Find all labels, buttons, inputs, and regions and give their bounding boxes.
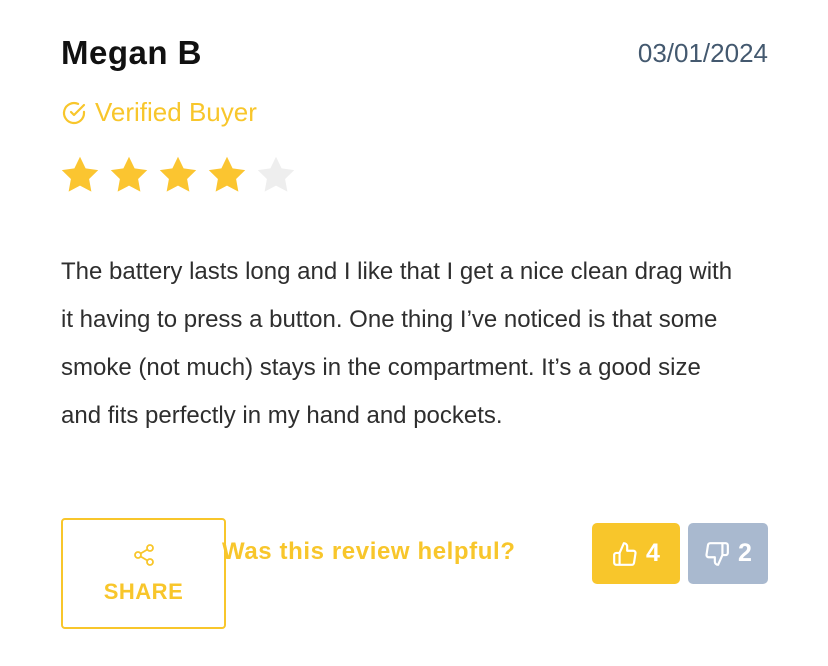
thumbs-up-icon: [612, 541, 638, 567]
review-text: The battery lasts long and I like that I…: [61, 258, 733, 429]
thumbs-down-icon: [704, 541, 730, 567]
upvote-button[interactable]: 4: [592, 523, 680, 584]
review-date: 03/01/2024: [637, 38, 768, 68]
star-icon: [108, 154, 150, 196]
verified-buyer-badge: Verified Buyer: [61, 97, 257, 128]
share-label: SHARE: [103, 578, 184, 604]
star-icon: [255, 154, 297, 196]
check-circle-icon: [61, 100, 87, 126]
star-icon: [59, 154, 101, 196]
share-icon: [132, 543, 156, 567]
downvote-count: 2: [738, 539, 752, 567]
upvote-count: 4: [646, 539, 660, 567]
helpful-question: Was this review helpful?: [222, 538, 516, 565]
star-icon: [157, 154, 199, 196]
star-icon: [206, 154, 248, 196]
review-card: Megan B 03/01/2024 Verified Buyer The ba…: [0, 0, 828, 666]
verified-buyer-label: Verified Buyer: [95, 97, 257, 127]
reviewer-name: Megan B: [61, 34, 203, 71]
star-rating: [59, 154, 297, 196]
share-button[interactable]: SHARE: [61, 518, 226, 629]
downvote-button[interactable]: 2: [688, 523, 768, 584]
